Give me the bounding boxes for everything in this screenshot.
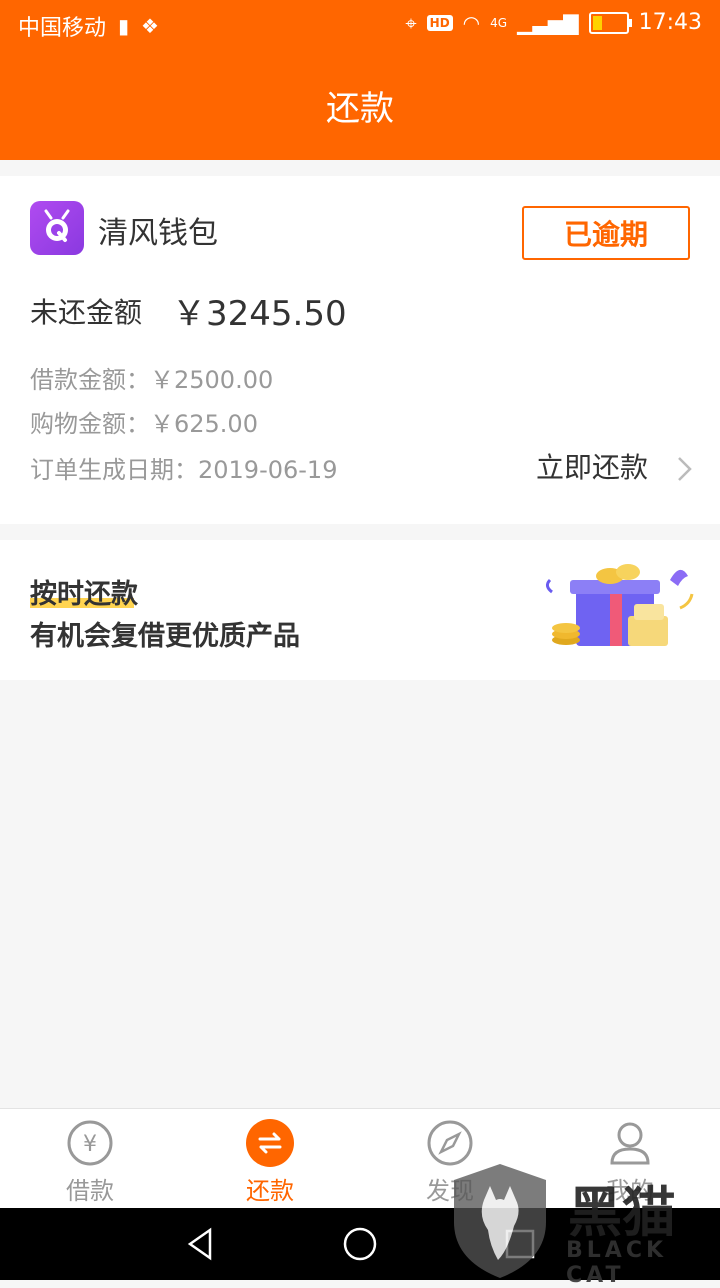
- battery-icon: [588, 11, 632, 34]
- black-cat-watermark: 黑猫 BLACK CAT: [450, 1160, 720, 1288]
- home-icon[interactable]: [342, 1226, 378, 1262]
- signal-icon: ▁▃▅▇: [517, 10, 579, 35]
- loan-amount-line: 借款金额：￥2500.00: [30, 366, 274, 394]
- loan-icon: ¥: [67, 1120, 113, 1166]
- gift-box-illustration-icon: [545, 564, 694, 646]
- repay-icon: [246, 1119, 294, 1167]
- loan-card: 清风钱包 已逾期 未还金额 ￥3245.50 借款金额：￥2500.00 购物金…: [0, 176, 720, 524]
- tab-loan[interactable]: ¥ 借款: [0, 1109, 180, 1209]
- unpaid-label: 未还金额: [30, 296, 143, 329]
- promo-title: 按时还款: [30, 579, 138, 610]
- clock: 17:43: [638, 10, 702, 35]
- promo-subtitle: 有机会复借更优质产品: [30, 621, 300, 652]
- sim-alert-icon: ▮: [118, 14, 130, 38]
- order-date-line: 订单生成日期：2019-06-19: [30, 456, 338, 484]
- status-bar: 中国移动 ▮ ❖ ⌖ HD ◠ 4G ▁▃▅▇ 17:43: [0, 0, 720, 50]
- location-icon: ⌖: [405, 10, 417, 35]
- tab-label: 还款: [246, 1177, 294, 1205]
- tab-repay[interactable]: 还款: [180, 1109, 360, 1209]
- unpaid-amount: ￥3245.50: [172, 294, 347, 334]
- cat-shield-icon: [454, 1164, 546, 1278]
- promo-banner[interactable]: 按时还款 有机会复借更优质产品: [0, 540, 720, 680]
- status-right: ⌖ HD ◠ 4G ▁▃▅▇ 17:43: [405, 10, 702, 35]
- repay-now-button[interactable]: 立即还款: [536, 446, 648, 486]
- chevron-right-icon[interactable]: [672, 454, 696, 484]
- title-bar: 还款: [0, 50, 720, 160]
- paw-icon: ❖: [141, 14, 159, 38]
- watermark-text: 黑猫: [568, 1181, 676, 1244]
- page-title: 还款: [326, 88, 394, 129]
- back-icon[interactable]: [182, 1226, 218, 1262]
- shopping-amount-line: 购物金额：￥625.00: [30, 410, 258, 438]
- hd-badge: HD: [426, 14, 453, 31]
- watermark-subtext: BLACK CAT: [566, 1238, 668, 1288]
- wifi-icon: ◠: [462, 10, 481, 35]
- carrier-label: 中国移动: [18, 16, 107, 41]
- svg-text:¥: ¥: [83, 1132, 97, 1157]
- status-left: 中国移动 ▮ ❖: [18, 10, 159, 42]
- network-type: 4G: [490, 15, 508, 30]
- app-name: 清风钱包: [98, 216, 218, 251]
- app-logo-icon: [30, 201, 84, 255]
- overdue-status-badge: 已逾期: [522, 206, 690, 260]
- tab-label: 借款: [66, 1177, 114, 1205]
